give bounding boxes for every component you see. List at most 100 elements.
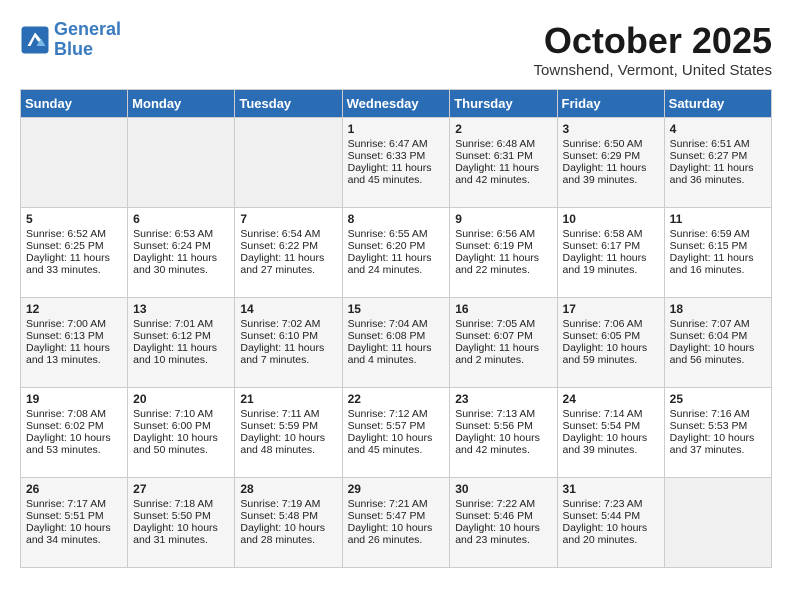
day-info: Daylight: 11 hours and 4 minutes. xyxy=(348,342,445,366)
day-number: 3 xyxy=(563,122,659,136)
day-info: Daylight: 11 hours and 2 minutes. xyxy=(455,342,551,366)
day-cell xyxy=(664,478,771,568)
day-info: Daylight: 10 hours and 20 minutes. xyxy=(563,522,659,546)
day-info: Daylight: 11 hours and 36 minutes. xyxy=(670,162,766,186)
day-cell: 18Sunrise: 7:07 AMSunset: 6:04 PMDayligh… xyxy=(664,298,771,388)
day-info: Daylight: 11 hours and 27 minutes. xyxy=(240,252,336,276)
day-info: Sunrise: 7:01 AM xyxy=(133,318,229,330)
day-info: Daylight: 11 hours and 33 minutes. xyxy=(26,252,122,276)
day-info: Sunset: 5:44 PM xyxy=(563,510,659,522)
day-number: 23 xyxy=(455,392,551,406)
logo-line2: Blue xyxy=(54,39,93,59)
day-info: Sunrise: 7:05 AM xyxy=(455,318,551,330)
day-info: Sunset: 5:59 PM xyxy=(240,420,336,432)
day-info: Sunrise: 7:23 AM xyxy=(563,498,659,510)
week-row-1: 1Sunrise: 6:47 AMSunset: 6:33 PMDaylight… xyxy=(21,118,772,208)
day-number: 21 xyxy=(240,392,336,406)
day-cell: 20Sunrise: 7:10 AMSunset: 6:00 PMDayligh… xyxy=(128,388,235,478)
day-number: 17 xyxy=(563,302,659,316)
logo: General Blue xyxy=(20,20,121,60)
day-number: 31 xyxy=(563,482,659,496)
day-info: Sunrise: 7:19 AM xyxy=(240,498,336,510)
day-info: Daylight: 10 hours and 37 minutes. xyxy=(670,432,766,456)
day-cell: 31 Sunrise: 7:23 AMSunset: 5:44 PMDayligh… xyxy=(557,478,664,568)
day-number: 6 xyxy=(133,212,229,226)
day-info: Daylight: 11 hours and 13 minutes. xyxy=(26,342,122,366)
col-header-saturday: Saturday xyxy=(664,90,771,118)
day-info: Daylight: 11 hours and 39 minutes. xyxy=(563,162,659,186)
day-info: Daylight: 10 hours and 26 minutes. xyxy=(348,522,445,546)
day-cell: 19Sunrise: 7:08 AMSunset: 6:02 PMDayligh… xyxy=(21,388,128,478)
day-info: Sunrise: 6:48 AM xyxy=(455,138,551,150)
day-cell: 26Sunrise: 7:17 AMSunset: 5:51 PMDayligh… xyxy=(21,478,128,568)
day-info: Sunrise: 6:59 AM xyxy=(670,228,766,240)
day-cell: 13Sunrise: 7:01 AMSunset: 6:12 PMDayligh… xyxy=(128,298,235,388)
day-number: 1 xyxy=(348,122,445,136)
week-row-3: 12Sunrise: 7:00 AMSunset: 6:13 PMDayligh… xyxy=(21,298,772,388)
day-cell: 16Sunrise: 7:05 AMSunset: 6:07 PMDayligh… xyxy=(450,298,557,388)
day-info: Sunrise: 7:17 AM xyxy=(26,498,122,510)
col-header-thursday: Thursday xyxy=(450,90,557,118)
day-number: 13 xyxy=(133,302,229,316)
day-number: 24 xyxy=(563,392,659,406)
day-info: Daylight: 11 hours and 19 minutes. xyxy=(563,252,659,276)
day-info: Sunset: 5:57 PM xyxy=(348,420,445,432)
day-cell: 21 Sunrise: 7:11 AMSunset: 5:59 PMDayligh… xyxy=(235,388,342,478)
day-cell: 9Sunrise: 6:56 AMSunset: 6:19 PMDaylight… xyxy=(450,208,557,298)
day-info: Daylight: 10 hours and 34 minutes. xyxy=(26,522,122,546)
day-info: Sunrise: 7:12 AM xyxy=(348,408,445,420)
day-info: Sunset: 6:19 PM xyxy=(455,240,551,252)
day-info: Sunset: 6:31 PM xyxy=(455,150,551,162)
day-info: Sunset: 6:00 PM xyxy=(133,420,229,432)
day-info: Sunrise: 7:07 AM xyxy=(670,318,766,330)
day-info: Daylight: 11 hours and 45 minutes. xyxy=(348,162,445,186)
day-cell: 15Sunrise: 7:04 AMSunset: 6:08 PMDayligh… xyxy=(342,298,450,388)
day-info: Daylight: 10 hours and 53 minutes. xyxy=(26,432,122,456)
day-info: Daylight: 10 hours and 56 minutes. xyxy=(670,342,766,366)
day-cell: 4Sunrise: 6:51 AMSunset: 6:27 PMDaylight… xyxy=(664,118,771,208)
day-info: Sunset: 6:04 PM xyxy=(670,330,766,342)
day-info: Sunrise: 6:55 AM xyxy=(348,228,445,240)
day-cell: 3Sunrise: 6:50 AMSunset: 6:29 PMDaylight… xyxy=(557,118,664,208)
day-info: Daylight: 10 hours and 59 minutes. xyxy=(563,342,659,366)
day-info: Sunset: 5:54 PM xyxy=(563,420,659,432)
day-info: Sunset: 6:07 PM xyxy=(455,330,551,342)
day-number: 7 xyxy=(240,212,336,226)
title-block: October 2025 Townshend, Vermont, United … xyxy=(534,20,772,79)
day-info: Sunset: 5:47 PM xyxy=(348,510,445,522)
day-info: Sunset: 6:33 PM xyxy=(348,150,445,162)
col-header-monday: Monday xyxy=(128,90,235,118)
week-row-4: 19Sunrise: 7:08 AMSunset: 6:02 PMDayligh… xyxy=(21,388,772,478)
day-info: Sunset: 6:27 PM xyxy=(670,150,766,162)
day-info: Sunrise: 6:58 AM xyxy=(563,228,659,240)
day-info: Daylight: 11 hours and 10 minutes. xyxy=(133,342,229,366)
day-info: Sunrise: 7:11 AM xyxy=(240,408,336,420)
day-info: Sunset: 6:20 PM xyxy=(348,240,445,252)
day-cell: 29Sunrise: 7:21 AMSunset: 5:47 PMDayligh… xyxy=(342,478,450,568)
location: Townshend, Vermont, United States xyxy=(534,62,772,79)
day-number: 14 xyxy=(240,302,336,316)
day-info: Sunset: 6:10 PM xyxy=(240,330,336,342)
day-cell: 7Sunrise: 6:54 AMSunset: 6:22 PMDaylight… xyxy=(235,208,342,298)
day-info: Sunrise: 7:21 AM xyxy=(348,498,445,510)
day-info: Sunrise: 6:47 AM xyxy=(348,138,445,150)
day-info: Daylight: 10 hours and 48 minutes. xyxy=(240,432,336,456)
day-cell: 8Sunrise: 6:55 AMSunset: 6:20 PMDaylight… xyxy=(342,208,450,298)
day-info: Sunset: 5:46 PM xyxy=(455,510,551,522)
day-info: Sunset: 5:50 PM xyxy=(133,510,229,522)
day-info: Sunrise: 7:10 AM xyxy=(133,408,229,420)
day-info: Daylight: 10 hours and 28 minutes. xyxy=(240,522,336,546)
day-cell: 17Sunrise: 7:06 AMSunset: 6:05 PMDayligh… xyxy=(557,298,664,388)
day-cell: 6Sunrise: 6:53 AMSunset: 6:24 PMDaylight… xyxy=(128,208,235,298)
day-number: 2 xyxy=(455,122,551,136)
day-info: Sunset: 6:29 PM xyxy=(563,150,659,162)
logo-icon xyxy=(20,25,50,55)
day-info: Sunset: 6:17 PM xyxy=(563,240,659,252)
day-cell: 22Sunrise: 7:12 AMSunset: 5:57 PMDayligh… xyxy=(342,388,450,478)
day-cell: 2Sunrise: 6:48 AMSunset: 6:31 PMDaylight… xyxy=(450,118,557,208)
day-number: 26 xyxy=(26,482,122,496)
day-info: Daylight: 10 hours and 45 minutes. xyxy=(348,432,445,456)
day-info: Daylight: 10 hours and 23 minutes. xyxy=(455,522,551,546)
day-number: 28 xyxy=(240,482,336,496)
day-cell: 5Sunrise: 6:52 AMSunset: 6:25 PMDaylight… xyxy=(21,208,128,298)
